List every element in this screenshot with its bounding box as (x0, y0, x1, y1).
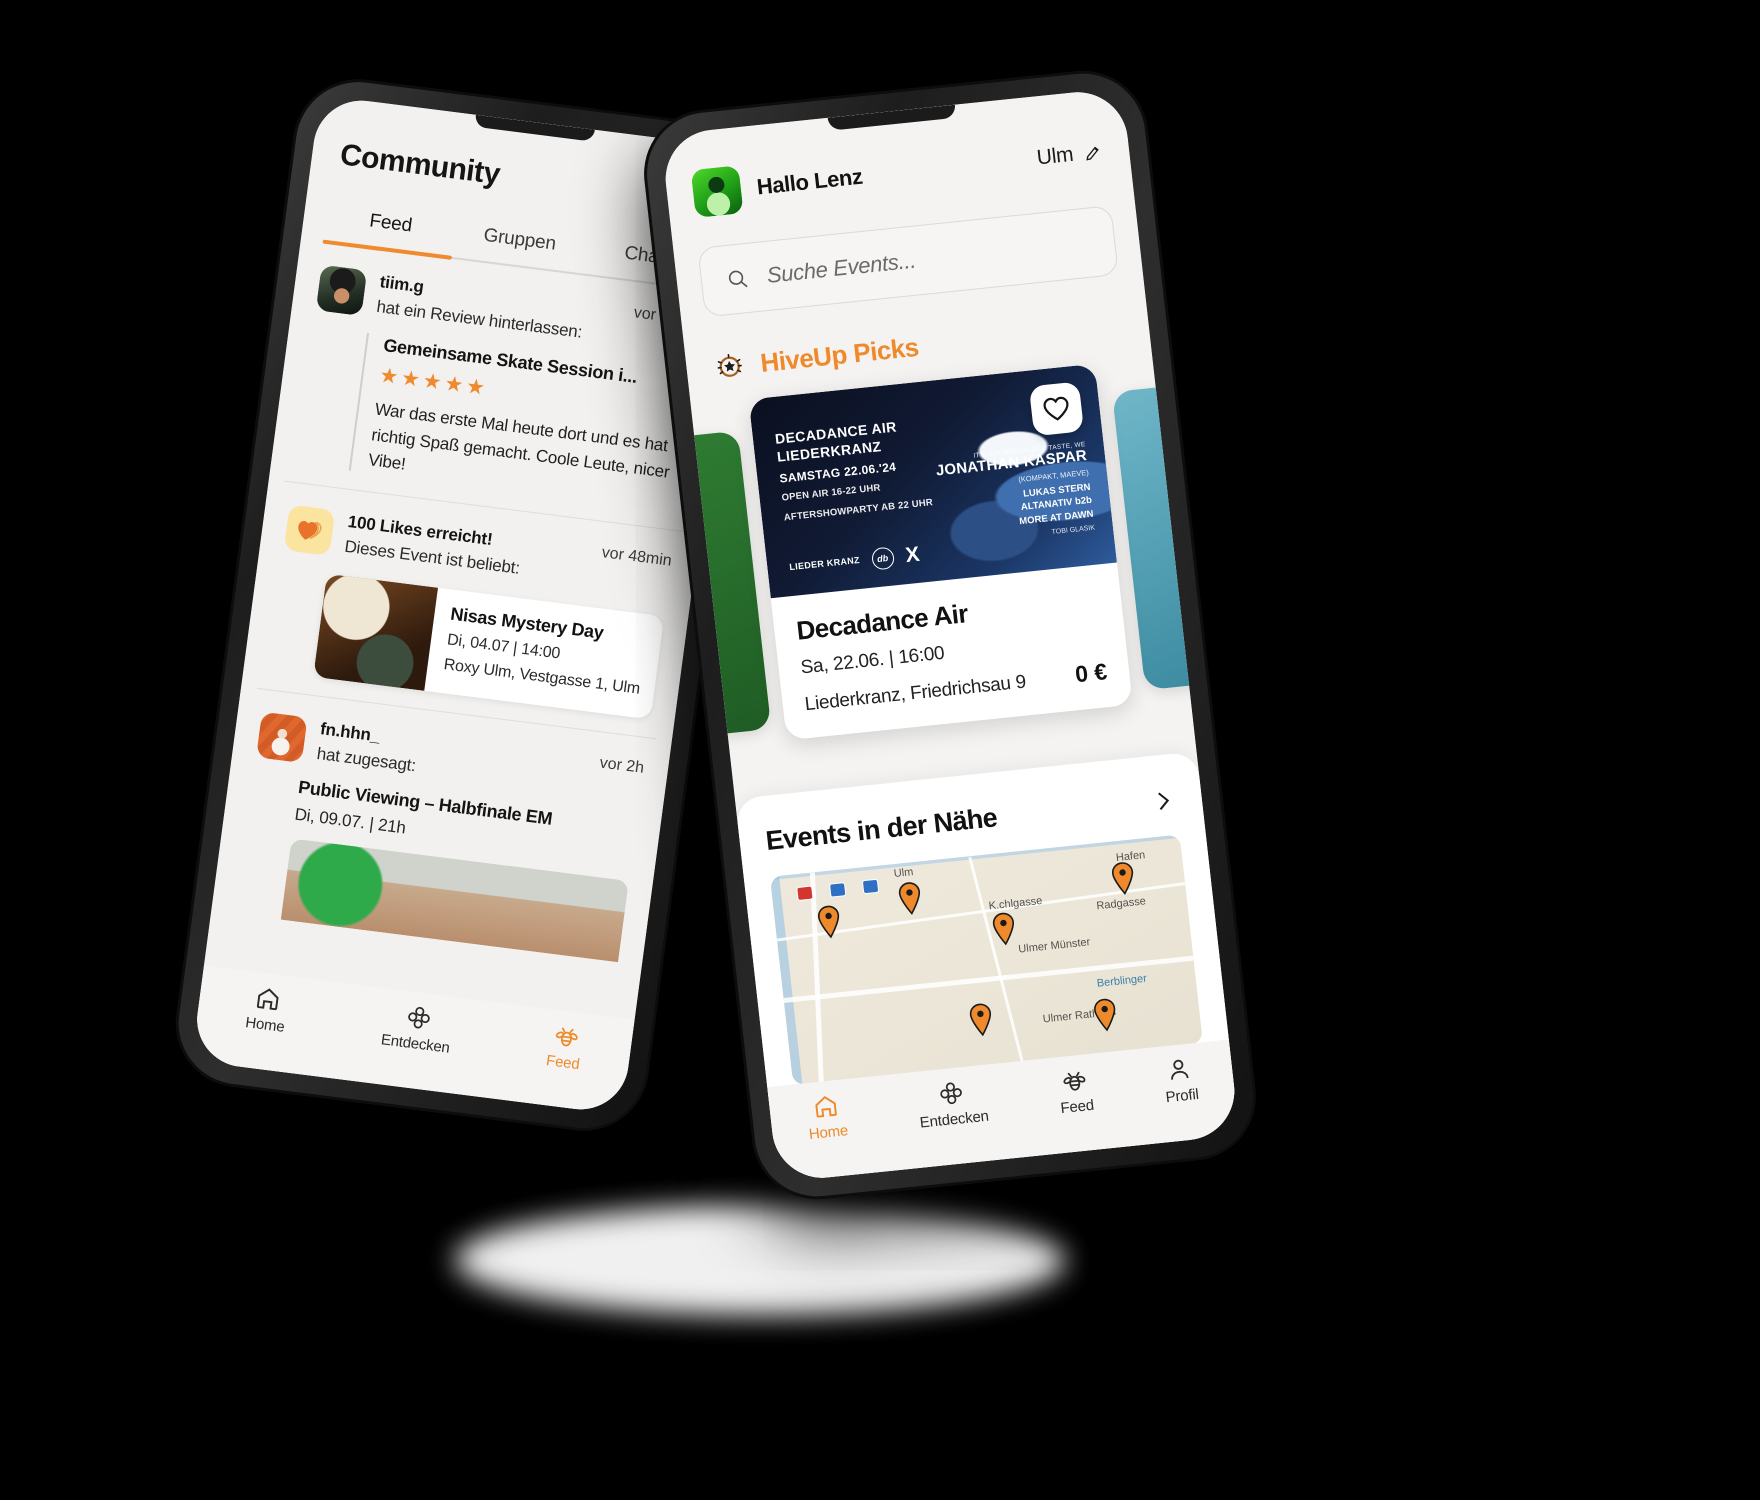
nav-item-profil[interactable]: Profil (1161, 1055, 1200, 1107)
nav-label: Entdecken (918, 1107, 990, 1132)
db-logo: db (870, 546, 895, 571)
home-icon (815, 1096, 837, 1118)
event-card-featured[interactable]: DECADANCE AIR LIEDERKRANZ SAMSTAG 22.06.… (748, 363, 1133, 741)
nav-item-feed[interactable]: Feed (545, 1021, 584, 1073)
phone-right: Hallo Lenz Ulm Suche Events... HiveUp Pi… (640, 67, 1260, 1203)
map-pin[interactable] (1090, 997, 1120, 1033)
map-road (809, 872, 824, 1083)
picks-carousel[interactable]: DECADANCE AIR LIEDERKRANZ SAMSTAG 22.06.… (660, 358, 1235, 773)
greeting: Hallo Lenz (755, 163, 864, 200)
map-badge (861, 878, 879, 894)
map-badge (828, 881, 847, 898)
favorite-button[interactable] (1028, 381, 1085, 437)
bee-icon (555, 1027, 578, 1047)
floor-shadow (455, 1205, 1065, 1315)
event-card[interactable]: Nisas Mystery Day Di, 04.07 | 14:00 Roxy… (313, 573, 665, 719)
poster-logos: LIEDER KRANZ db X (788, 543, 921, 580)
star-icon: ★ (443, 372, 465, 398)
map-pin[interactable] (989, 911, 1019, 947)
event-poster: DECADANCE AIR LIEDERKRANZ SAMSTAG 22.06.… (748, 363, 1117, 599)
nav-label: Feed (545, 1052, 581, 1074)
nearby-title: Events in der Nähe (764, 802, 999, 856)
app-mockup-stage: Community Feed Gruppen Chats tiim.g vor … (0, 0, 1760, 1500)
poster-text: DECADANCE AIR LIEDERKRANZ SAMSTAG 22.06.… (774, 416, 934, 526)
nav-item-entdecken[interactable]: Entdecken (379, 1000, 455, 1057)
search-icon (728, 270, 748, 288)
star-icon: ★ (421, 369, 444, 395)
event-price: 0 € (1073, 658, 1109, 688)
feed-timestamp: vor 2h (598, 753, 646, 777)
x-logo: X (904, 542, 921, 568)
feed-timestamp: vor 48min (600, 543, 673, 570)
map-label: K.chlgasse (988, 895, 1043, 913)
hiveup-picks-title: HiveUp Picks (758, 331, 921, 378)
compass-icon (940, 1082, 963, 1105)
map-pin[interactable] (895, 880, 925, 916)
star-icon: ★ (464, 374, 487, 400)
pencil-icon[interactable] (1082, 142, 1104, 164)
avatar[interactable] (690, 165, 744, 218)
map-label: Ulmer Münster (1017, 936, 1091, 956)
map-label: Berblinger (1096, 973, 1148, 991)
map-pin[interactable] (815, 903, 845, 939)
nav-label: Home (244, 1014, 286, 1036)
nav-item-home[interactable]: Home (244, 983, 289, 1036)
nav-label: Profil (1164, 1085, 1200, 1107)
home-icon (257, 988, 279, 1011)
nav-label: Feed (1059, 1096, 1095, 1118)
hearts-glyph (298, 520, 322, 540)
review-quote: Gemeinsame Skate Session i... ★ ★ ★ ★ ★ … (348, 332, 697, 512)
person-icon (1171, 1059, 1189, 1080)
map-label: Ulm (893, 866, 915, 881)
search-bar[interactable] (697, 205, 1119, 318)
liederkranz-logo: LIEDER KRANZ (788, 555, 861, 573)
avatar (315, 264, 368, 316)
star-icon: ★ (399, 366, 422, 392)
heart-icon (1043, 396, 1069, 421)
city-label: Ulm (1035, 142, 1075, 170)
map-pin[interactable] (967, 1002, 997, 1038)
bee-icon (1063, 1071, 1086, 1091)
feed-username: fn.hhn_ (319, 718, 382, 746)
poster-lineup: IT'S GOURMANDIZE & TASTE, WE JONATHAN KA… (934, 441, 1095, 547)
nav-item-feed[interactable]: Feed (1056, 1066, 1095, 1117)
star-icon: ★ (378, 363, 400, 389)
event-location: Liederkranz, Friedrichsau 9 (803, 671, 1028, 716)
nav-label: Entdecken (379, 1031, 451, 1057)
compass-icon (408, 1006, 430, 1029)
nav-label: Home (808, 1122, 849, 1144)
map-pin[interactable] (1108, 860, 1138, 896)
avatar (256, 711, 308, 763)
event-thumbnail (313, 573, 439, 691)
search-input[interactable] (765, 229, 1092, 289)
map-label: Radgasse (1095, 894, 1147, 913)
star-badge-icon (717, 354, 742, 377)
nav-item-entdecken[interactable]: Entdecken (916, 1077, 990, 1132)
nav-item-home[interactable]: Home (805, 1091, 849, 1143)
map-badge (795, 885, 814, 901)
feed-username: tiim.g (378, 272, 426, 297)
city-selector[interactable]: Ulm (1036, 140, 1105, 171)
hearts-icon (283, 503, 336, 556)
chevron-right-icon[interactable] (1148, 786, 1177, 815)
